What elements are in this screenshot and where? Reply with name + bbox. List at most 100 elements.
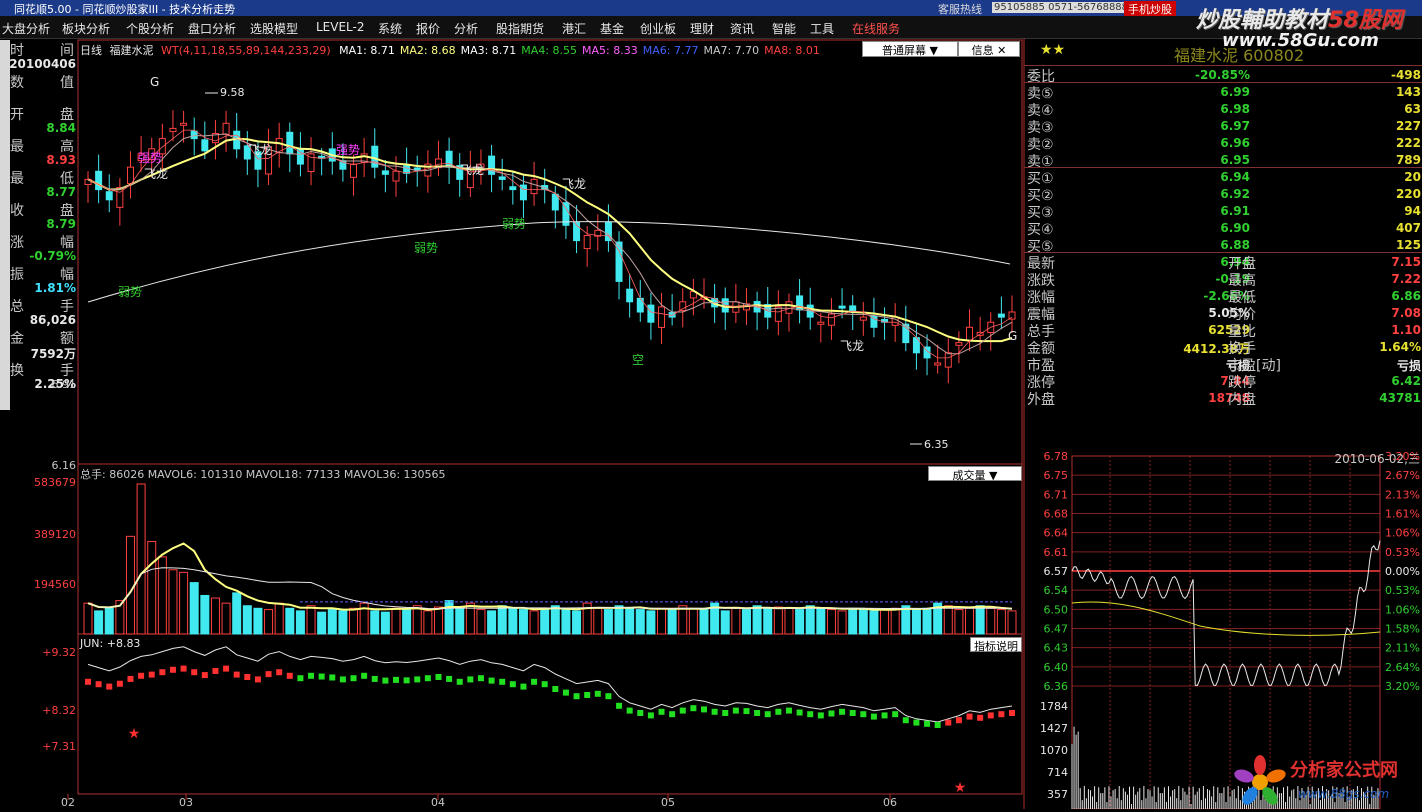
signal-dash — [605, 693, 612, 700]
signal-dash — [212, 668, 219, 674]
intraday-volume-tick: 1070 — [1040, 744, 1068, 757]
indicator-chart-frame — [77, 633, 1023, 795]
candle-body — [626, 288, 634, 303]
volume-bar — [848, 607, 858, 635]
menu-item-8[interactable]: 分析 — [454, 20, 478, 37]
candle-body — [519, 184, 527, 201]
bid-row: 买⑤ 6.88 125 — [1027, 238, 1421, 255]
volume-bar — [657, 607, 667, 635]
main-chart-header: 日线 福建水泥 WT(4,11,18,55,89,144,233,29) MA1… — [80, 42, 820, 58]
menu-item-3[interactable]: 盘口分析 — [188, 20, 236, 37]
candle-body — [944, 352, 952, 368]
ma-yellow-line — [87, 137, 1013, 343]
ask-row: 卖② 6.96 222 — [1027, 136, 1421, 153]
star-rating-icon: ★★ — [1040, 42, 1066, 58]
buy-star-icon: ★ — [128, 726, 141, 742]
intraday-price-tick: 6.50 — [1044, 603, 1069, 616]
signal-dash — [711, 708, 718, 715]
separator — [1024, 82, 1422, 83]
ma-label: MA6: 7.77 — [642, 44, 699, 57]
menu-item-9[interactable]: 股指期货 — [496, 20, 544, 37]
menu-item-1[interactable]: 板块分析 — [62, 20, 110, 37]
signal-dash — [254, 676, 261, 683]
volume-axis-label: 194560 — [34, 578, 76, 591]
menu-item-12[interactable]: 创业板 — [640, 20, 676, 37]
volume-bar — [922, 607, 932, 635]
signal-dash — [870, 713, 877, 720]
menu-item-6[interactable]: 系统 — [378, 20, 402, 37]
volume-bar — [795, 609, 805, 635]
intraday-price-tick: 6.54 — [1044, 584, 1069, 597]
volume-bar — [720, 610, 730, 635]
signal-dash — [679, 707, 686, 714]
price-axis-label: 6.16 — [52, 459, 77, 472]
candle-body — [169, 127, 177, 133]
signal-dash — [180, 665, 187, 672]
intraday-pct-tick: 2.67% — [1385, 469, 1420, 482]
ma-label: MA2: 8.68 — [399, 44, 456, 57]
ask-row: 卖③ 6.97 227 — [1027, 119, 1421, 136]
annotation-label: 飞龙 — [248, 143, 272, 157]
volume-dropdown[interactable]: 成交量 ▼ — [928, 466, 1022, 482]
candle-body — [530, 178, 538, 195]
screen-mode-button[interactable]: 普通屏幕 ▼ — [862, 41, 958, 57]
signal-dash — [913, 719, 920, 726]
menu-item-0[interactable]: 大盘分析 — [2, 20, 50, 37]
intraday-pct-tick: 1.61% — [1385, 508, 1420, 521]
volume-bar — [136, 483, 146, 635]
annotation-label: G — [1008, 329, 1017, 343]
menu-item-17[interactable]: 在线服务 — [852, 20, 900, 37]
menu-item-16[interactable]: 工具 — [810, 20, 834, 37]
annotation-label: 空 — [632, 353, 644, 367]
signal-dash — [520, 683, 527, 690]
volume-bar — [1007, 610, 1017, 635]
signal-dash — [669, 711, 676, 718]
candle-body — [604, 221, 612, 242]
ask-row: 卖① 6.95 789 — [1027, 153, 1421, 170]
signal-dash — [393, 676, 399, 683]
signal-dash — [562, 689, 569, 696]
signal-dash — [924, 720, 931, 727]
annotation-label: 强势 — [138, 151, 162, 165]
menu-item-10[interactable]: 港汇 — [562, 20, 586, 37]
volume-bar — [274, 602, 284, 635]
signal-dash — [701, 706, 707, 713]
volume-bar — [487, 610, 497, 635]
candle-body — [785, 301, 793, 314]
signal-dash — [276, 669, 283, 676]
mobile-trading-button[interactable]: 手机炒股 — [1124, 1, 1176, 17]
menu-item-7[interactable]: 报价 — [416, 20, 440, 37]
signal-dash — [233, 671, 240, 678]
intraday-pct-tick: 0.53% — [1385, 584, 1420, 597]
info-button[interactable]: 信息 ✕ — [958, 41, 1020, 57]
main-chart-frame — [77, 39, 1023, 465]
volume-bar — [858, 609, 868, 635]
candle-body — [105, 191, 113, 201]
menu-item-15[interactable]: 智能 — [772, 20, 796, 37]
volume-bar — [147, 540, 157, 635]
volume-chart — [83, 483, 1017, 635]
menu-item-11[interactable]: 基金 — [600, 20, 624, 37]
annotation-low: 6.35 — [924, 438, 949, 451]
signal-dash — [934, 722, 941, 728]
volume-bar — [125, 535, 135, 635]
menu-item-4[interactable]: 选股模型 — [250, 20, 298, 37]
stat-row: 涨跌 -0.19 最高 7.22 — [1027, 272, 1421, 289]
period-label: 日线 — [80, 44, 102, 57]
signal-dash — [509, 681, 516, 688]
signal-dash — [148, 671, 155, 678]
volume-bar — [221, 602, 231, 635]
intraday-price-tick: 6.78 — [1044, 450, 1069, 463]
volume-bar — [603, 609, 613, 635]
candle-body — [658, 306, 666, 328]
menu-item-14[interactable]: 资讯 — [730, 20, 754, 37]
signal-dash — [1009, 710, 1015, 716]
indicator-help-button[interactable]: 指标说明 — [970, 637, 1022, 653]
intraday-price-tick: 6.57 — [1044, 565, 1069, 578]
stock-title: 福建水泥 600802 — [1174, 46, 1305, 65]
menu-item-2[interactable]: 个股分析 — [126, 20, 174, 37]
menu-item-13[interactable]: 理财 — [690, 20, 714, 37]
screen-mode-label: 普通屏幕 — [882, 44, 927, 57]
menu-item-5[interactable]: LEVEL-2 — [316, 20, 365, 34]
signal-dash — [987, 712, 994, 719]
